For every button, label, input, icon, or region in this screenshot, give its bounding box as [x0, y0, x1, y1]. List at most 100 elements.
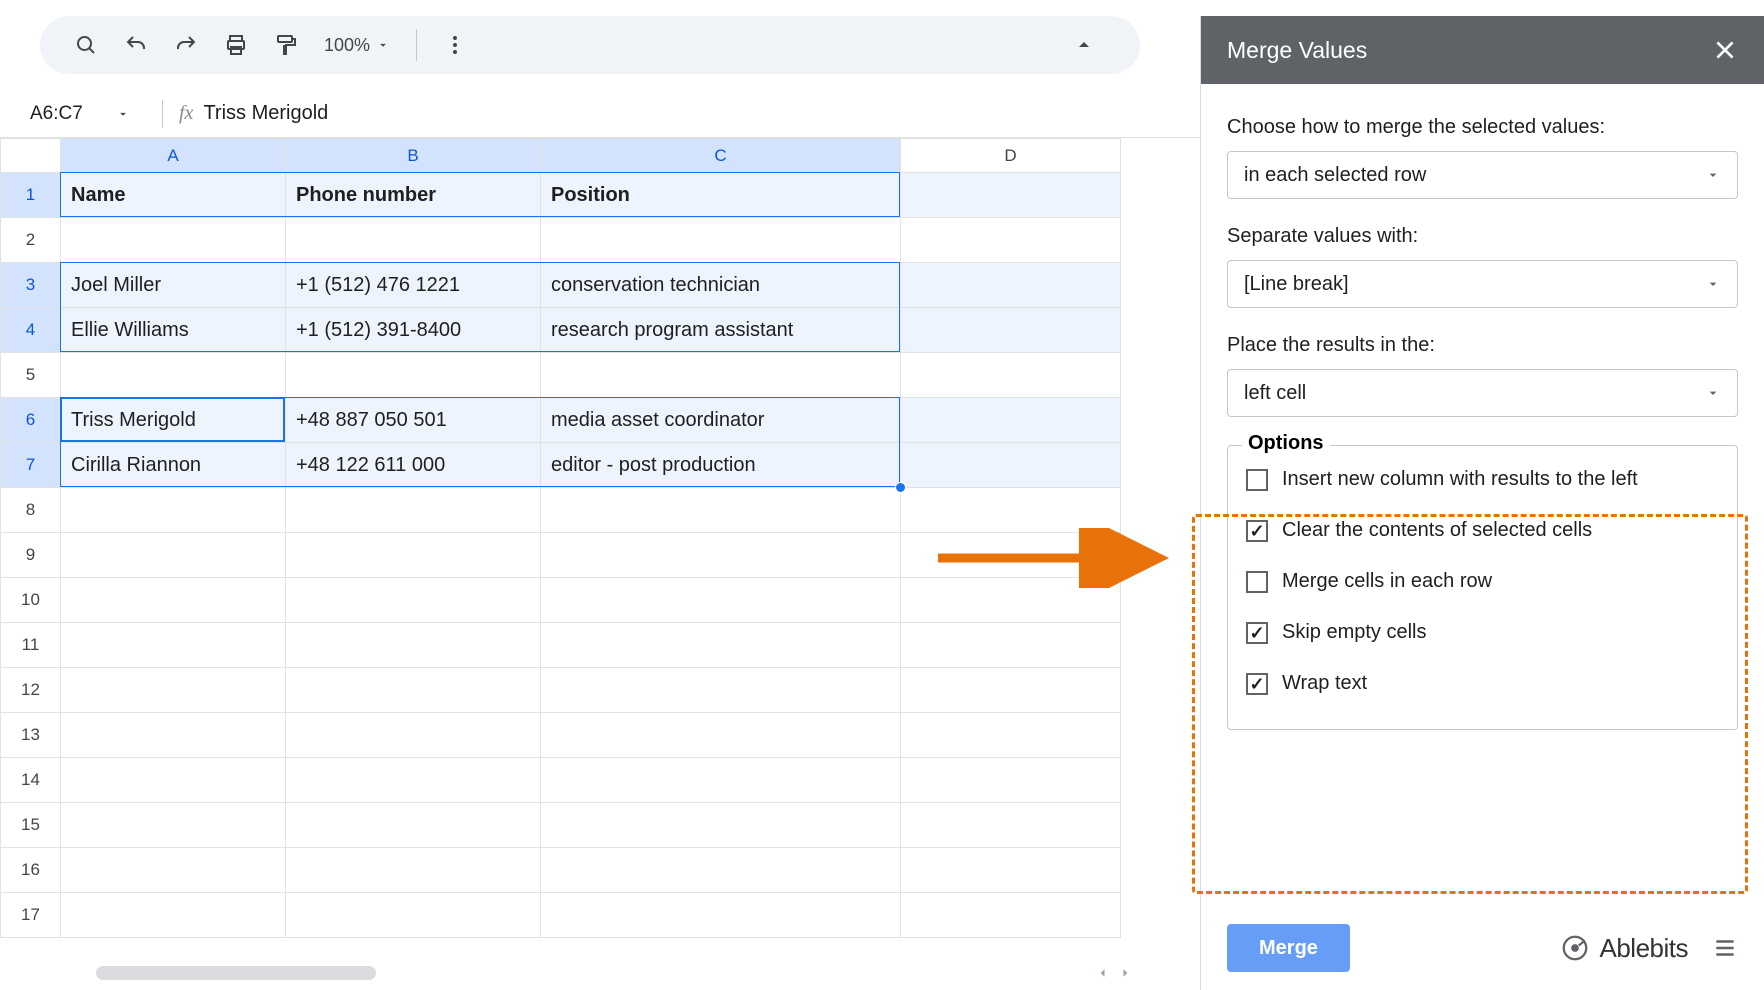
- cell-C7[interactable]: editor - post production: [541, 443, 901, 488]
- option-clear-contents[interactable]: Clear the contents of selected cells: [1246, 519, 1719, 542]
- cell-D12[interactable]: [901, 668, 1121, 713]
- cell-C15[interactable]: [541, 803, 901, 848]
- cell-A15[interactable]: [61, 803, 286, 848]
- row-header-9[interactable]: 9: [1, 533, 61, 578]
- cell-B9[interactable]: [286, 533, 541, 578]
- cell-A11[interactable]: [61, 623, 286, 668]
- cell-A7[interactable]: Cirilla Riannon: [61, 443, 286, 488]
- cell-D2[interactable]: [901, 218, 1121, 263]
- row-header-12[interactable]: 12: [1, 668, 61, 713]
- cell-C13[interactable]: [541, 713, 901, 758]
- row-header-13[interactable]: 13: [1, 713, 61, 758]
- cell-C3[interactable]: conservation technician: [541, 263, 901, 308]
- cell-D4[interactable]: [901, 308, 1121, 353]
- cell-D13[interactable]: [901, 713, 1121, 758]
- row-header-17[interactable]: 17: [1, 893, 61, 938]
- cell-B6[interactable]: +48 887 050 501: [286, 398, 541, 443]
- cell-B4[interactable]: +1 (512) 391-8400: [286, 308, 541, 353]
- select-how[interactable]: in each selected row: [1227, 151, 1738, 199]
- option-merge-cells-each-row[interactable]: Merge cells in each row: [1246, 570, 1719, 593]
- select-place[interactable]: left cell: [1227, 369, 1738, 417]
- cell-C6[interactable]: media asset coordinator: [541, 398, 901, 443]
- cell-B15[interactable]: [286, 803, 541, 848]
- cell-C4[interactable]: research program assistant: [541, 308, 901, 353]
- row-header-6[interactable]: 6: [1, 398, 61, 443]
- row-header-3[interactable]: 3: [1, 263, 61, 308]
- cell-C11[interactable]: [541, 623, 901, 668]
- cell-A12[interactable]: [61, 668, 286, 713]
- checkbox[interactable]: [1246, 520, 1268, 542]
- cell-D11[interactable]: [901, 623, 1121, 668]
- col-header-a[interactable]: A: [61, 139, 286, 173]
- menu-icon[interactable]: [1712, 935, 1738, 961]
- cell-D14[interactable]: [901, 758, 1121, 803]
- cell-B13[interactable]: [286, 713, 541, 758]
- cell-A1[interactable]: Name: [61, 173, 286, 218]
- cell-C17[interactable]: [541, 893, 901, 938]
- cell-D15[interactable]: [901, 803, 1121, 848]
- cell-C14[interactable]: [541, 758, 901, 803]
- cell-C9[interactable]: [541, 533, 901, 578]
- redo-icon[interactable]: [164, 23, 208, 67]
- zoom-select[interactable]: 100%: [314, 35, 400, 56]
- cell-A6[interactable]: Triss Merigold: [61, 398, 286, 443]
- cell-B17[interactable]: [286, 893, 541, 938]
- cell-B3[interactable]: +1 (512) 476 1221: [286, 263, 541, 308]
- cell-B1[interactable]: Phone number: [286, 173, 541, 218]
- cell-B8[interactable]: [286, 488, 541, 533]
- cell-C12[interactable]: [541, 668, 901, 713]
- row-header-5[interactable]: 5: [1, 353, 61, 398]
- cell-B5[interactable]: [286, 353, 541, 398]
- merge-button[interactable]: Merge: [1227, 924, 1350, 972]
- row-header-1[interactable]: 1: [1, 173, 61, 218]
- col-header-c[interactable]: C: [541, 139, 901, 173]
- cell-B14[interactable]: [286, 758, 541, 803]
- cell-C1[interactable]: Position: [541, 173, 901, 218]
- cell-D6[interactable]: [901, 398, 1121, 443]
- cell-A14[interactable]: [61, 758, 286, 803]
- col-header-b[interactable]: B: [286, 139, 541, 173]
- row-header-15[interactable]: 15: [1, 803, 61, 848]
- cell-A8[interactable]: [61, 488, 286, 533]
- cell-D8[interactable]: [901, 488, 1121, 533]
- select-sep[interactable]: [Line break]: [1227, 260, 1738, 308]
- undo-icon[interactable]: [114, 23, 158, 67]
- cell-A10[interactable]: [61, 578, 286, 623]
- cell-A16[interactable]: [61, 848, 286, 893]
- selection-handle[interactable]: [895, 482, 906, 493]
- row-header-14[interactable]: 14: [1, 758, 61, 803]
- row-header-11[interactable]: 11: [1, 623, 61, 668]
- cell-D16[interactable]: [901, 848, 1121, 893]
- checkbox[interactable]: [1246, 469, 1268, 491]
- cell-D10[interactable]: [901, 578, 1121, 623]
- checkbox[interactable]: [1246, 571, 1268, 593]
- cell-B2[interactable]: [286, 218, 541, 263]
- option-wrap-text[interactable]: Wrap text: [1246, 672, 1719, 695]
- cell-A5[interactable]: [61, 353, 286, 398]
- scroll-right-icon[interactable]: [1116, 964, 1134, 982]
- cell-B7[interactable]: +48 122 611 000: [286, 443, 541, 488]
- row-header-4[interactable]: 4: [1, 308, 61, 353]
- cell-C5[interactable]: [541, 353, 901, 398]
- cell-C16[interactable]: [541, 848, 901, 893]
- checkbox[interactable]: [1246, 622, 1268, 644]
- close-icon[interactable]: [1712, 37, 1738, 63]
- checkbox[interactable]: [1246, 673, 1268, 695]
- name-box[interactable]: A6:C7: [16, 103, 144, 125]
- row-header-8[interactable]: 8: [1, 488, 61, 533]
- option-insert-new-column[interactable]: Insert new column with results to the le…: [1246, 468, 1719, 491]
- search-icon[interactable]: [64, 23, 108, 67]
- more-vert-icon[interactable]: [433, 23, 477, 67]
- cell-A13[interactable]: [61, 713, 286, 758]
- cell-A4[interactable]: Ellie Williams: [61, 308, 286, 353]
- scroll-left-icon[interactable]: [1094, 964, 1112, 982]
- paint-format-icon[interactable]: [264, 23, 308, 67]
- cell-D1[interactable]: [901, 173, 1121, 218]
- cell-D5[interactable]: [901, 353, 1121, 398]
- cell-C8[interactable]: [541, 488, 901, 533]
- grid[interactable]: ABCD1NamePhone numberPosition23Joel Mill…: [0, 138, 1121, 938]
- print-icon[interactable]: [214, 23, 258, 67]
- cell-A3[interactable]: Joel Miller: [61, 263, 286, 308]
- cell-B10[interactable]: [286, 578, 541, 623]
- cell-A2[interactable]: [61, 218, 286, 263]
